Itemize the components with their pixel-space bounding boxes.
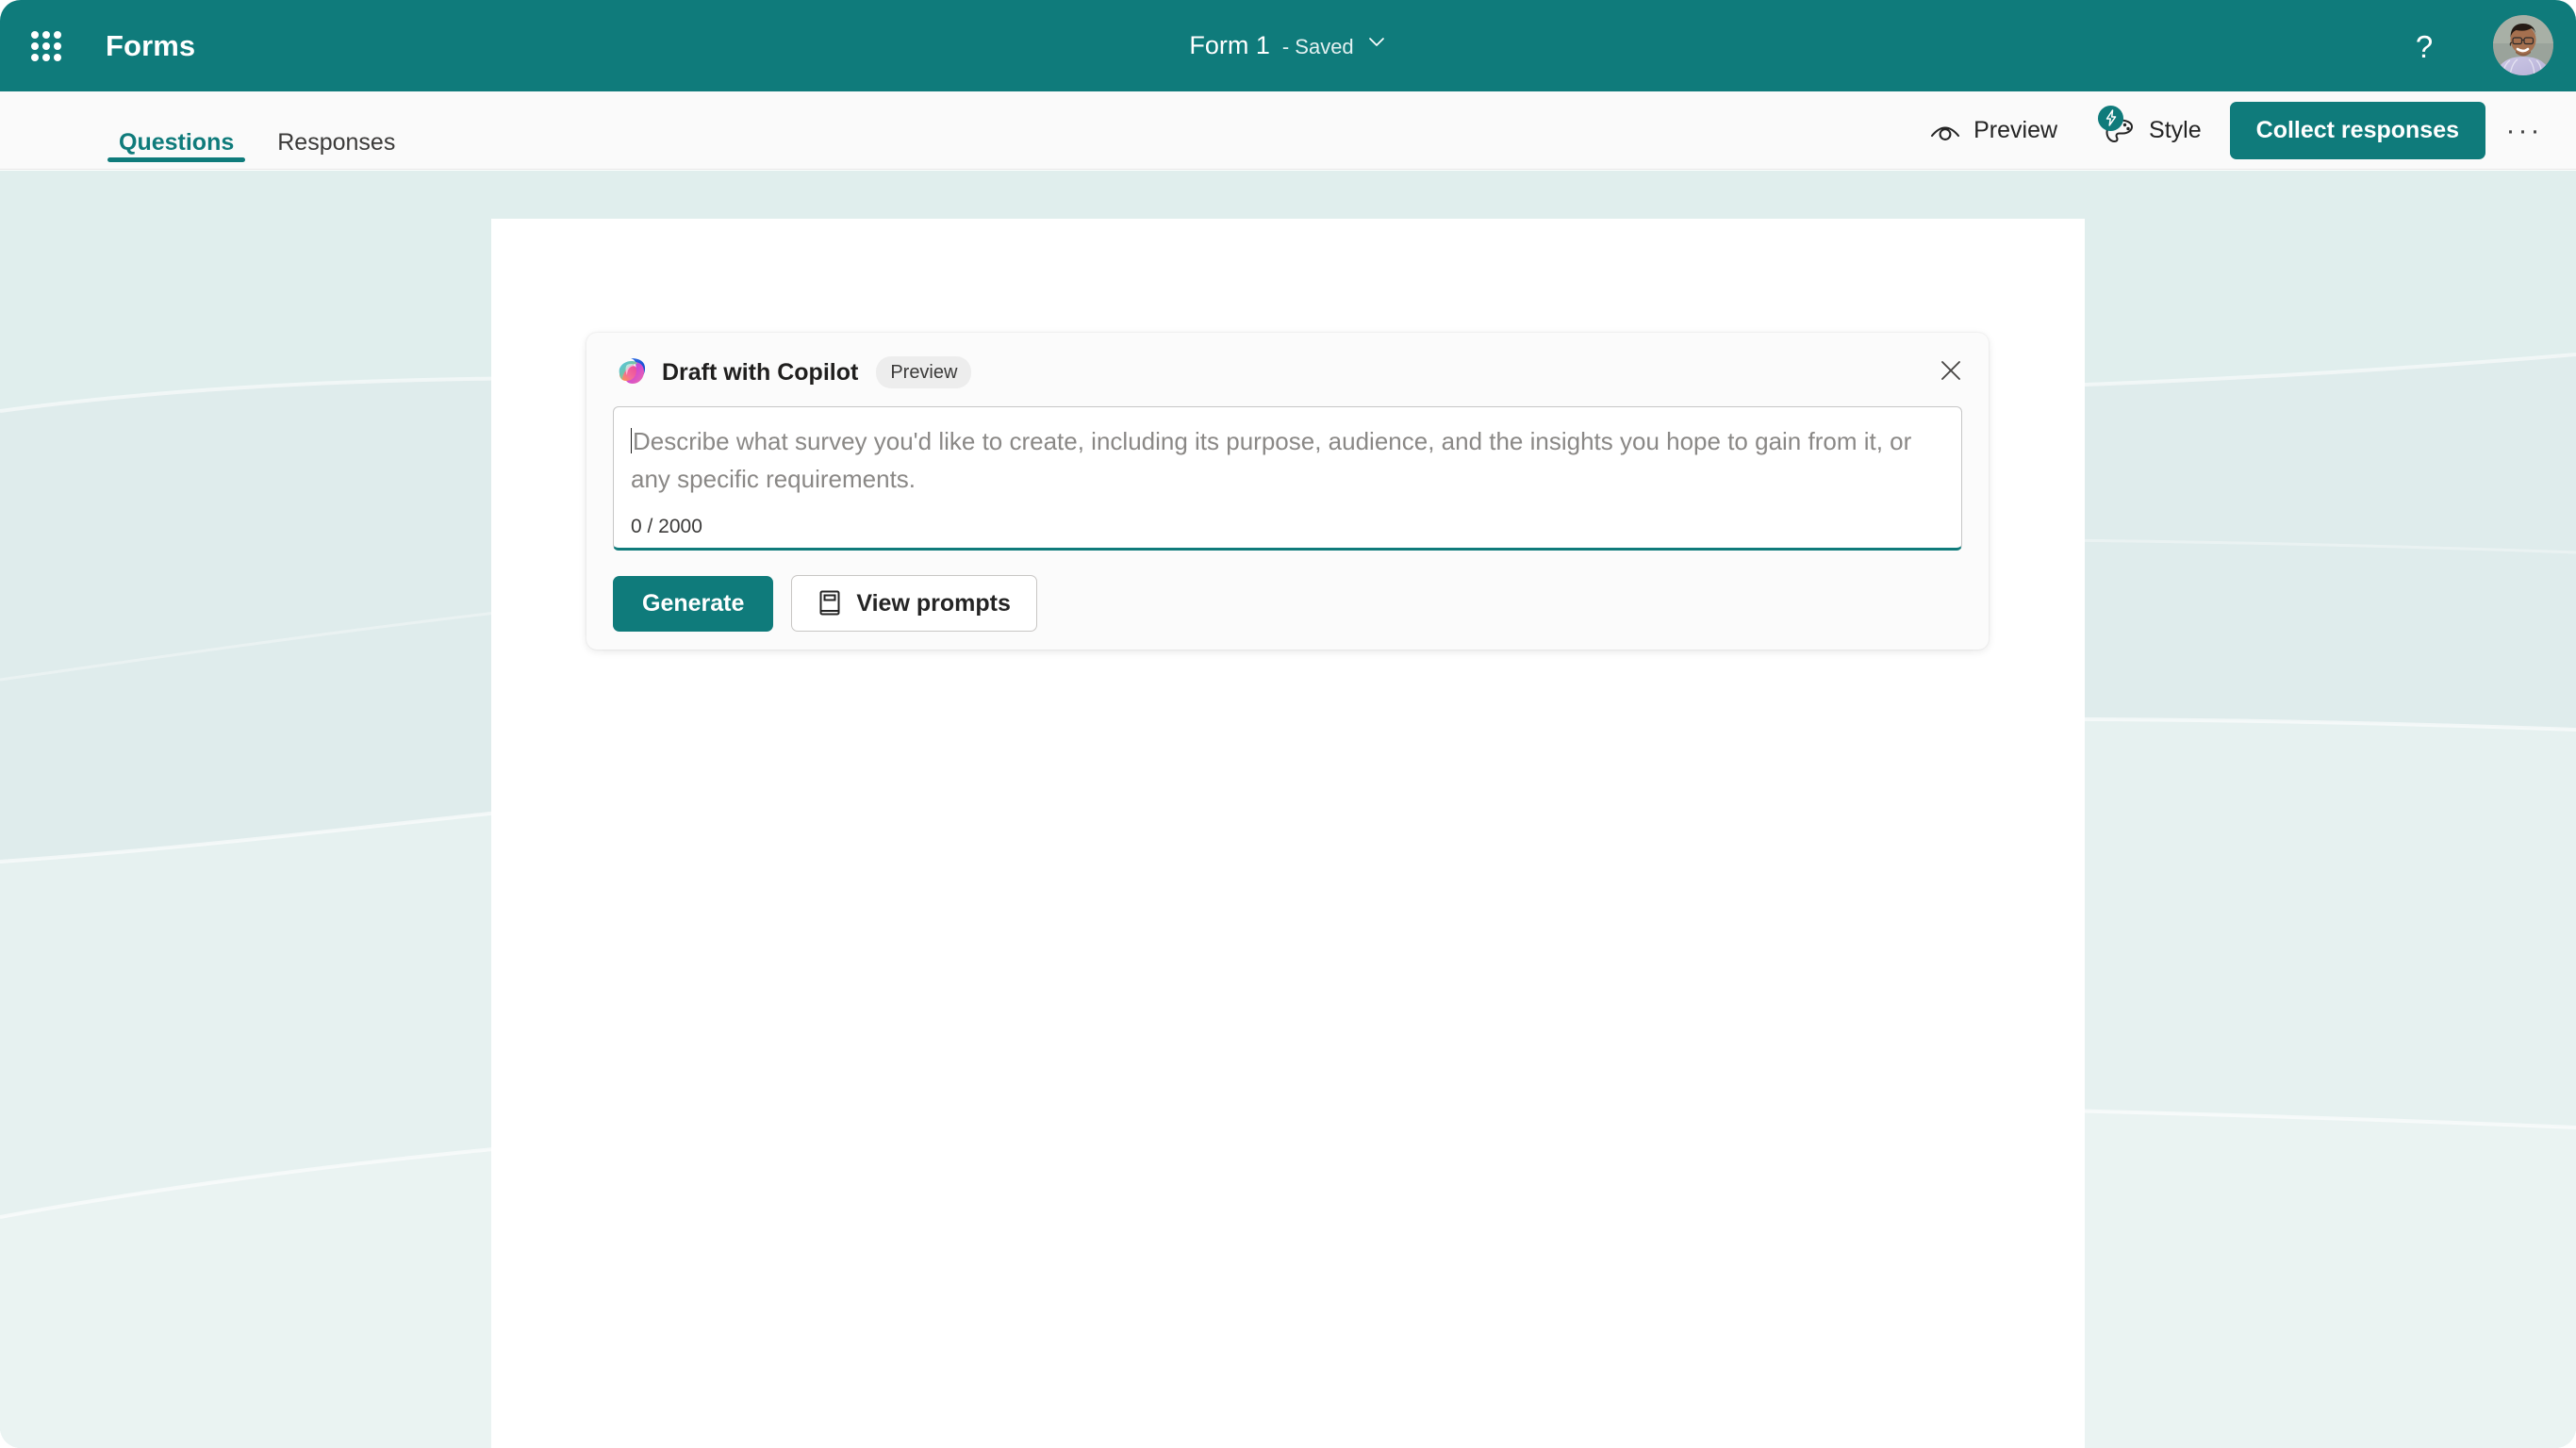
lightning-bolt-icon [2098, 105, 2124, 131]
copilot-card-actions: Generate View prompts [613, 575, 1037, 632]
palette-icon [2098, 105, 2137, 148]
command-bar: Questions Responses Preview Style Collec… [0, 91, 2576, 170]
ellipsis-icon[interactable]: ··· [2499, 106, 2550, 156]
draft-with-copilot-card: Draft with Copilot Preview Describe what… [586, 333, 1989, 650]
style-label: Style [2149, 117, 2202, 143]
generate-button[interactable]: Generate [613, 575, 774, 632]
view-prompts-button[interactable]: View prompts [791, 575, 1037, 632]
tab-questions-label: Questions [119, 129, 235, 156]
save-status-text: - Saved [1281, 35, 1354, 58]
chevron-down-icon [1366, 31, 1387, 52]
tab-responses-label: Responses [277, 129, 396, 156]
page-title: Form 1 [1189, 31, 1270, 59]
copilot-prompt-input[interactable]: Describe what survey you'd like to creat… [613, 406, 1962, 551]
book-icon [817, 589, 842, 617]
command-bar-actions: Preview Style Collect responses ··· [1914, 91, 2550, 170]
forms-app-window: Forms Form 1 - Saved ? Questions Respons… [0, 0, 2576, 1448]
copilot-card-title: Draft with Copilot [662, 358, 859, 386]
collect-responses-button[interactable]: Collect responses [2229, 102, 2485, 159]
text-cursor [631, 428, 632, 453]
app-brand-forms[interactable]: Forms [106, 0, 195, 91]
preview-label: Preview [1973, 117, 2058, 143]
copilot-logo-icon [615, 355, 649, 389]
character-counter: 0 / 2000 [631, 516, 702, 537]
help-button[interactable]: ? [2398, 20, 2451, 73]
copilot-prompt-placeholder: Describe what survey you'd like to creat… [631, 427, 1912, 493]
copilot-card-header: Draft with Copilot Preview [615, 355, 972, 389]
document-title-menu[interactable]: Form 1 - Saved [1180, 25, 1395, 66]
preview-button[interactable]: Preview [1914, 107, 2072, 154]
view-prompts-label: View prompts [856, 589, 1011, 617]
style-button[interactable]: Style [2086, 105, 2217, 157]
question-mark-icon: ? [2415, 28, 2434, 64]
close-icon[interactable] [1926, 346, 1975, 395]
tab-list: Questions Responses [107, 91, 427, 170]
tab-responses[interactable]: Responses [266, 131, 406, 170]
status-badge: Preview [876, 356, 972, 388]
more-options-label: ··· [2505, 114, 2543, 146]
app-header: Forms Form 1 - Saved ? [0, 0, 2576, 91]
tab-questions[interactable]: Questions [107, 129, 246, 170]
eye-icon [1929, 118, 1961, 144]
app-brand-label: Forms [106, 28, 196, 62]
app-launcher-grid-icon[interactable] [21, 21, 72, 72]
avatar[interactable] [2493, 15, 2553, 75]
document-title-container: Form 1 - Saved [0, 0, 2576, 91]
